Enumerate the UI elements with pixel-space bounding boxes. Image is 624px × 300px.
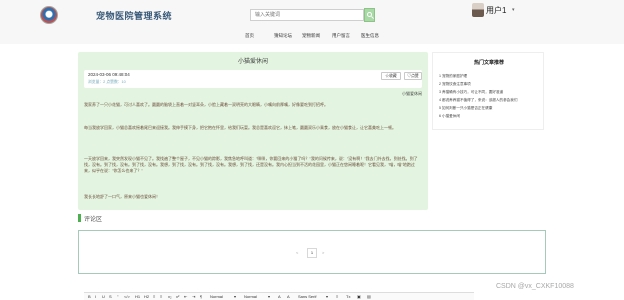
- font-select[interactable]: Sans Serif: [298, 294, 316, 299]
- nav-item-messages[interactable]: 用户留言: [332, 33, 350, 39]
- article-date: 2024-03-06 09:48:04: [88, 72, 130, 77]
- subscript-button[interactable]: x₂: [168, 294, 172, 299]
- superscript-button[interactable]: x²: [176, 294, 179, 299]
- sidebar-article-link[interactable]: 5 如何判断一只小猫是否正在健康: [439, 106, 492, 111]
- site-title: 宠物医院管理系统: [96, 11, 173, 21]
- italic-button[interactable]: I: [95, 294, 96, 299]
- outdent-button[interactable]: ⇤: [184, 294, 187, 299]
- sidebar-article-link[interactable]: 4 都说养养猫不值得了，来说：该超人的参会我们: [439, 98, 517, 103]
- chevron-down-icon[interactable]: ▾: [326, 294, 328, 299]
- nav-item-forum[interactable]: 猜知论坛: [274, 33, 292, 39]
- header-select[interactable]: Normal: [244, 294, 257, 299]
- favorite-button[interactable]: ☆收藏: [381, 72, 401, 80]
- article-stats: 浏览量：2 点赞数：10: [88, 80, 126, 84]
- font-color-button[interactable]: A: [278, 294, 281, 299]
- site-logo: [40, 6, 58, 24]
- nav-item-news[interactable]: 宠物新闻: [302, 33, 320, 39]
- sidebar-article-link[interactable]: 6 小猫爱休闲: [439, 114, 460, 119]
- chevron-down-icon[interactable]: ▾: [512, 7, 515, 13]
- article-paragraph: 我家养了一只小花猫，可讨人喜欢了。圆圆的脑袋上直着一对竖耳朵，小脸上藏着一双明亮…: [84, 102, 328, 107]
- article-paragraph: 每当我放学回家，小猫总喜欢摇着尾巴来迎接我。我伸手摸下身，把它抱在怀里，给我们玩…: [84, 125, 396, 130]
- article-paragraph: 一天放学回来，我突然发现小猫不见了。我找遍了整个屋子，不见小猫的踪影，我焦急地呼…: [84, 156, 418, 173]
- comments-title: 评论区: [84, 217, 103, 223]
- background-color-button[interactable]: A: [287, 294, 290, 299]
- size-select[interactable]: Normal: [210, 294, 223, 299]
- image-button[interactable]: ▣: [357, 294, 361, 299]
- h1-button[interactable]: H1: [135, 294, 140, 299]
- search-button[interactable]: [364, 8, 375, 22]
- article-author: 小猫爱休闲: [402, 91, 422, 96]
- comments-accent-bar: [78, 214, 81, 222]
- code-button[interactable]: </>: [124, 294, 130, 299]
- pager-prev-button[interactable]: <: [296, 250, 298, 255]
- quote-button[interactable]: ": [117, 294, 118, 299]
- direction-button[interactable]: ¶: [200, 294, 202, 299]
- like-button[interactable]: ♡点赞: [404, 72, 422, 80]
- article-meta: 2024-03-06 09:48:04 浏览量：2 点赞数：10 ☆收藏 ♡点赞: [84, 70, 422, 88]
- underline-button[interactable]: U: [102, 294, 105, 299]
- article-panel: 小猫爱休闲 2024-03-06 09:48:04 浏览量：2 点赞数：10 ☆…: [78, 52, 428, 210]
- csdn-watermark: CSDN @vx_CXKF10088: [496, 283, 574, 290]
- sidebar-article-link[interactable]: 2 宠物饮食注意事项: [439, 82, 471, 87]
- sidebar-title: 热门文章推荐: [473, 60, 504, 66]
- clear-format-button[interactable]: Tx: [346, 294, 350, 299]
- video-button[interactable]: ▤: [367, 294, 371, 299]
- main-nav: 首页 猜知论坛 宠物新闻 用户留言 医生信息: [0, 32, 624, 44]
- pager-next-button[interactable]: >: [322, 250, 324, 255]
- bullet-list-button[interactable]: ≡: [160, 294, 162, 299]
- user-avatar[interactable]: [472, 3, 484, 17]
- chevron-down-icon[interactable]: ▾: [268, 294, 270, 299]
- article-paragraph: 我长长地舒了一口气，原来小猫也爱休闲！: [84, 194, 160, 199]
- strike-button[interactable]: S: [109, 294, 112, 299]
- nav-item-home[interactable]: 首页: [245, 33, 254, 39]
- nav-item-doctors[interactable]: 医生信息: [361, 33, 379, 39]
- bold-button[interactable]: B: [88, 294, 91, 299]
- chevron-down-icon[interactable]: ▾: [234, 294, 236, 299]
- sidebar-article-link[interactable]: 1 宠物的家庭护理: [439, 74, 467, 79]
- h2-button[interactable]: H2: [144, 294, 149, 299]
- align-button[interactable]: ≡: [336, 294, 338, 299]
- pager-page-button[interactable]: 1: [307, 248, 317, 258]
- search-input[interactable]: [250, 9, 364, 21]
- sidebar-article-link[interactable]: 3 养猫确有小技巧，可让不同，要好准道: [439, 90, 503, 95]
- editor-toolbar: B I U S " </> H1 H2 ≡ ≡ x₂ x² ⇤ ⇥ ¶ Norm…: [84, 292, 474, 300]
- top-header: 宠物医院管理系统 用户1 ▾: [0, 0, 624, 32]
- article-title: 小猫爱休闲: [237, 59, 268, 65]
- indent-button[interactable]: ⇥: [192, 294, 195, 299]
- ordered-list-button[interactable]: ≡: [153, 294, 155, 299]
- hot-articles-sidebar: 热门文章推荐 1 宠物的家庭护理 2 宠物饮食注意事项 3 养猫确有小技巧，可让…: [432, 52, 544, 130]
- user-name[interactable]: 用户1: [486, 5, 506, 16]
